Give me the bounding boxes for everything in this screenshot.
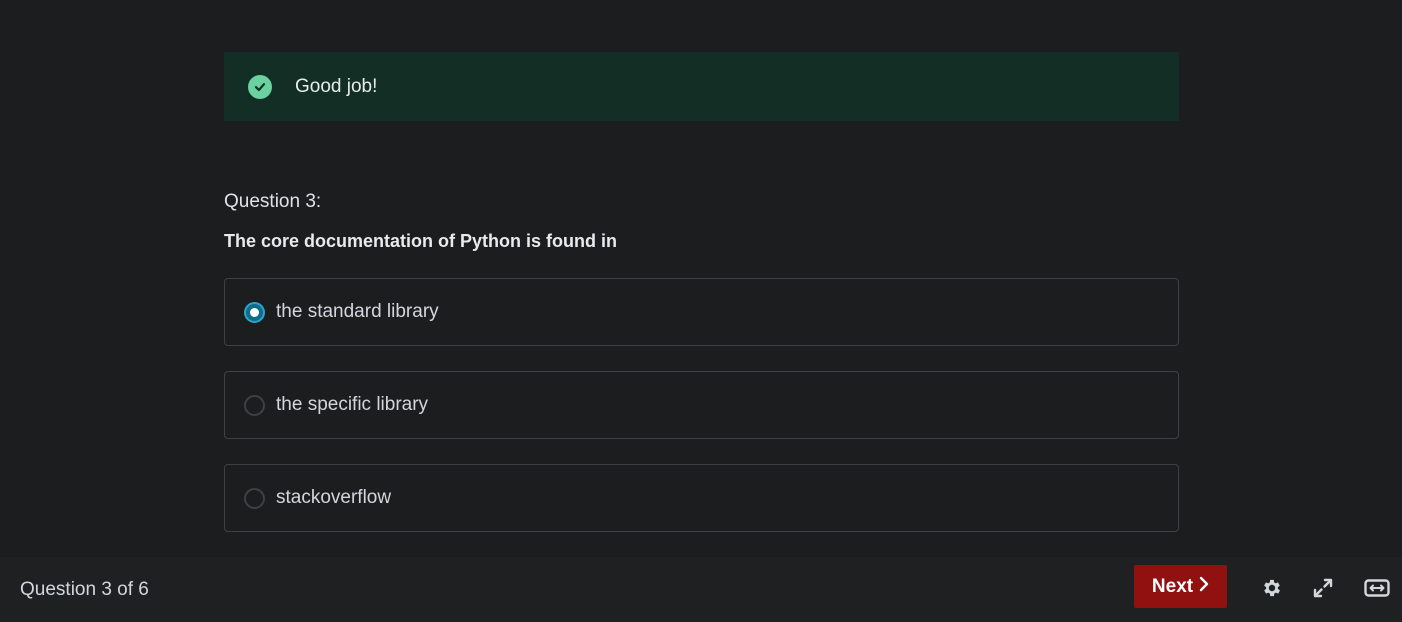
chevron-right-icon: [1199, 576, 1209, 598]
answer-option[interactable]: stackoverflow: [224, 464, 1179, 532]
check-circle-icon: [248, 74, 272, 99]
quiz-footer: Question 3 of 6 Next: [0, 557, 1402, 622]
answer-text: the specific library: [276, 394, 429, 415]
radio-button[interactable]: [244, 394, 265, 416]
feedback-banner: Good job!: [224, 52, 1179, 121]
question-prompt: The core documentation of Python is foun…: [224, 231, 617, 251]
fullscreen-expand-icon[interactable]: [1310, 575, 1336, 601]
feedback-message: Good job!: [295, 75, 378, 97]
answer-text: stackoverflow: [276, 487, 392, 508]
next-button[interactable]: Next: [1134, 565, 1227, 608]
radio-button[interactable]: [244, 487, 265, 509]
question-counter: Question 3 of 6: [20, 578, 149, 600]
question-label: Question 3:: [224, 191, 322, 212]
answer-text: the standard library: [276, 301, 439, 322]
quiz-content: Good job! Question 3: The core documenta…: [224, 52, 1179, 622]
expand-width-icon[interactable]: [1363, 575, 1391, 601]
radio-dot: [250, 307, 259, 317]
next-label: Next: [1151, 575, 1194, 597]
quiz-viewport: Good job! Question 3: The core documenta…: [0, 0, 1402, 622]
settings-gear-icon[interactable]: [1259, 575, 1285, 601]
radio-button-selected[interactable]: [244, 301, 265, 323]
answer-option[interactable]: the standard library: [224, 278, 1179, 346]
answer-option[interactable]: the specific library: [224, 371, 1179, 439]
